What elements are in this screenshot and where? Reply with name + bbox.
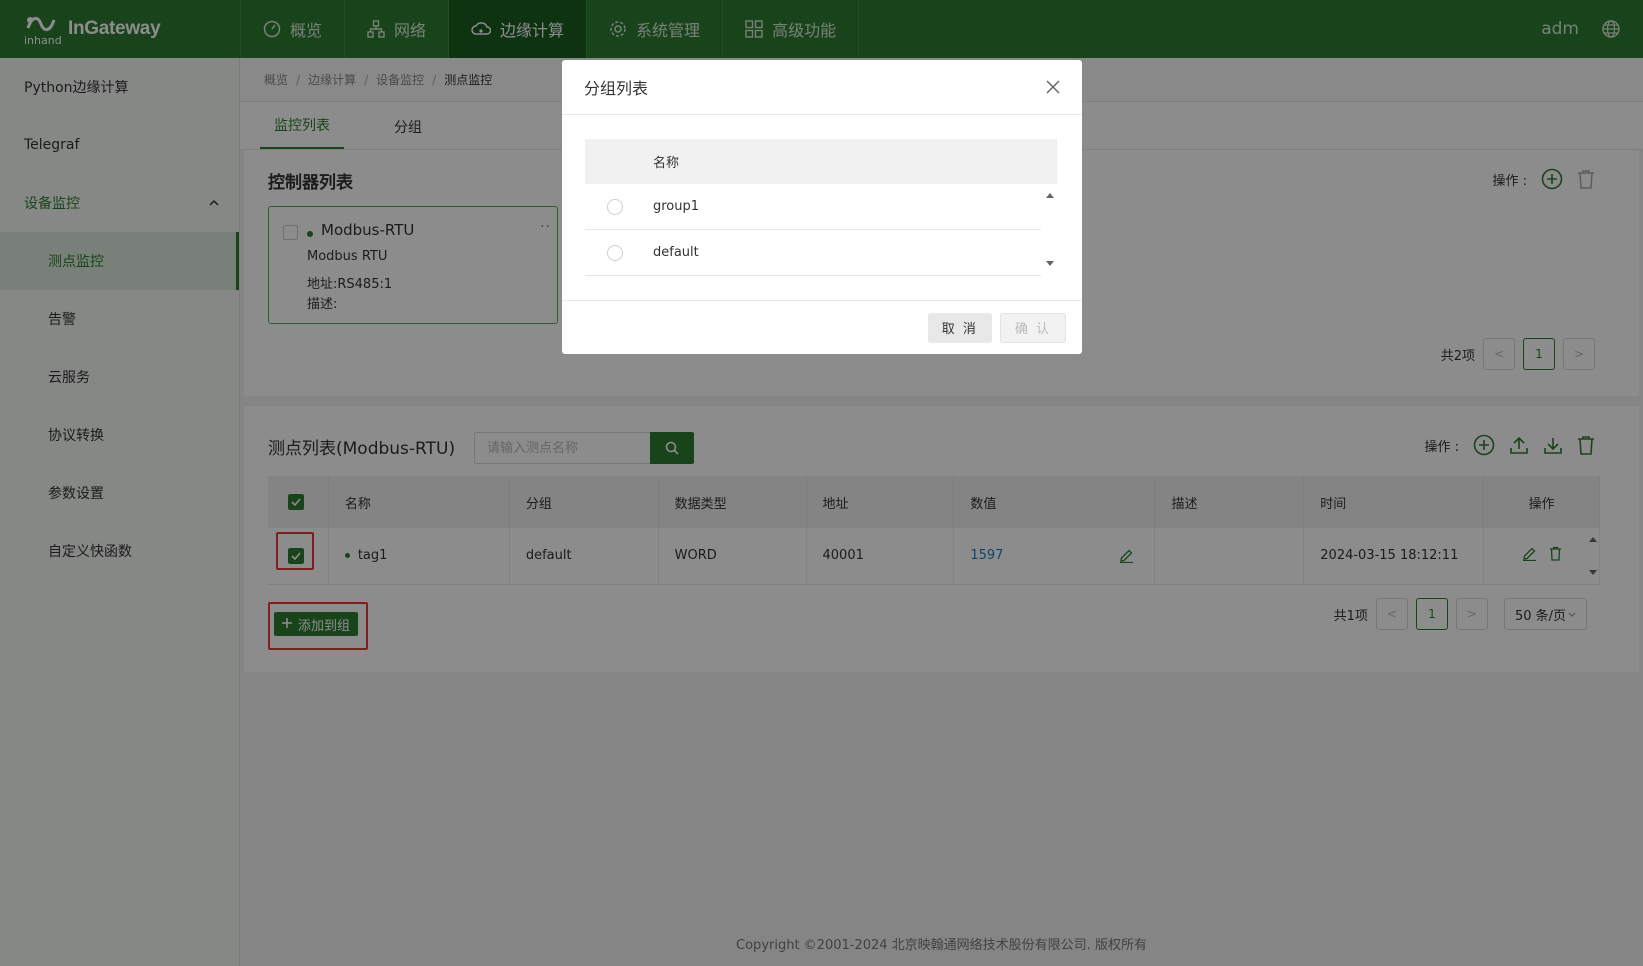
close-icon[interactable] <box>1046 80 1060 94</box>
group-radio[interactable] <box>607 198 623 215</box>
confirm-button[interactable]: 确 认 <box>999 312 1066 343</box>
group-row[interactable]: default <box>585 230 1041 276</box>
group-radio[interactable] <box>607 244 623 261</box>
dialog-title: 分组列表 <box>584 79 649 98</box>
cancel-button[interactable]: 取 消 <box>927 312 992 343</box>
group-scrollbar[interactable] <box>1043 184 1057 276</box>
group-table: 名称 group1 default <box>585 139 1057 276</box>
group-row[interactable]: group1 <box>585 184 1041 230</box>
group-list-dialog: 分组列表 名称 group1 default 取 消 确 认 <box>562 60 1082 354</box>
group-name: group1 <box>653 199 700 214</box>
group-column-header: 名称 <box>585 139 1057 184</box>
group-name: default <box>653 245 699 260</box>
